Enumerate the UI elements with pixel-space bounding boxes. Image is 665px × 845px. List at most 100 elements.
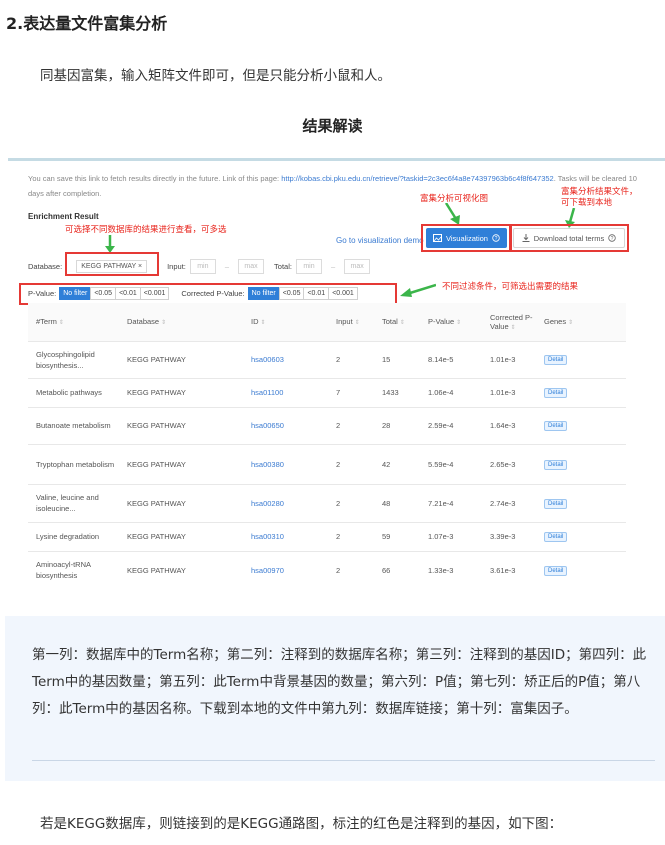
table-row: Metabolic pathways KEGG PATHWAY hsa01100… bbox=[28, 378, 626, 408]
total-cell: 48 bbox=[374, 484, 420, 523]
total-max-field[interactable]: max bbox=[344, 259, 371, 274]
detail-button[interactable]: Detail bbox=[544, 532, 568, 542]
kobas-screenshot: You can save this link to fetch results … bbox=[8, 158, 665, 588]
result-title: 结果解读 bbox=[302, 117, 363, 135]
column-header-database[interactable]: Database ⇕ bbox=[119, 303, 243, 342]
intro-paragraph: 同基因富集，输入矩阵文件即可，但是只能分析小鼠和人。 bbox=[40, 68, 391, 84]
total-cell: 15 bbox=[374, 341, 420, 379]
input-cell: 2 bbox=[328, 484, 374, 523]
input-cell: 2 bbox=[328, 551, 374, 588]
column-header-pvalue[interactable]: P-Value ⇕ bbox=[420, 303, 482, 342]
database-cell: KEGG PATHWAY bbox=[119, 407, 243, 445]
total-label: Total: bbox=[274, 262, 292, 271]
table-row: Butanoate metabolism KEGG PATHWAY hsa006… bbox=[28, 407, 626, 445]
column-header-id[interactable]: ID ⇕ bbox=[243, 303, 328, 342]
id-link[interactable]: hsa00603 bbox=[243, 341, 328, 379]
column-header-corrected-pvalue[interactable]: Corrected P-Value ⇕ bbox=[482, 303, 536, 342]
explanation-box: 第一列：数据库中的Term名称；第二列：注释到的数据库名称；第三列：注释到的基因… bbox=[5, 616, 665, 781]
term-cell: Tryptophan metabolism bbox=[28, 444, 119, 485]
database-cell: KEGG PATHWAY bbox=[119, 551, 243, 588]
total-min-field[interactable]: min bbox=[295, 259, 322, 274]
input-max-field[interactable]: max bbox=[238, 259, 265, 274]
database-cell: KEGG PATHWAY bbox=[119, 341, 243, 379]
column-header-term[interactable]: #Term ⇕ bbox=[28, 303, 119, 342]
column-header-genes[interactable]: Genes ⇕ bbox=[536, 303, 626, 342]
sort-icon[interactable]: ⇕ bbox=[355, 320, 360, 326]
corrected-pvalue-cell: 2.74e-3 bbox=[482, 484, 536, 523]
id-link[interactable]: hsa00280 bbox=[243, 484, 328, 523]
enrichment-table: #Term ⇕ Database ⇕ ID ⇕ Input ⇕ Total ⇕ P-Val… bbox=[28, 303, 626, 588]
column-header-input[interactable]: Input ⇕ bbox=[328, 303, 374, 342]
table-row: Lysine degradation KEGG PATHWAY hsa00310… bbox=[28, 522, 626, 552]
input-cell: 2 bbox=[328, 522, 374, 552]
visualization-demo-link[interactable]: Go to visualization demo bbox=[336, 236, 424, 245]
pvalue-cell: 1.33e-3 bbox=[420, 551, 482, 588]
total-cell: 28 bbox=[374, 407, 420, 445]
section-heading: 2.表达量文件富集分析 bbox=[6, 14, 168, 33]
down-arrow-icon bbox=[105, 235, 115, 253]
corrected-pvalue-cell: 1.01e-3 bbox=[482, 378, 536, 408]
sort-icon[interactable]: ⇕ bbox=[456, 320, 461, 326]
table-row: Glycosphingolipid biosynthesis... KEGG P… bbox=[28, 341, 626, 379]
sort-icon[interactable]: ⇕ bbox=[400, 320, 405, 326]
database-cell: KEGG PATHWAY bbox=[119, 378, 243, 408]
pvalue-cell: 1.07e-3 bbox=[420, 522, 482, 552]
database-cell: KEGG PATHWAY bbox=[119, 484, 243, 523]
sort-icon[interactable]: ⇕ bbox=[59, 320, 64, 326]
pvalue-cell: 1.06e-4 bbox=[420, 378, 482, 408]
range-dash: – bbox=[330, 262, 336, 271]
total-cell: 66 bbox=[374, 551, 420, 588]
corrected-pvalue-cell: 2.65e-3 bbox=[482, 444, 536, 485]
id-link[interactable]: hsa00650 bbox=[243, 407, 328, 445]
corrected-pvalue-cell: 1.64e-3 bbox=[482, 407, 536, 445]
id-link[interactable]: hsa00970 bbox=[243, 551, 328, 588]
sort-icon[interactable]: ⇕ bbox=[161, 320, 166, 326]
database-label: Database: bbox=[28, 262, 63, 271]
input-cell: 2 bbox=[328, 341, 374, 379]
database-highlight-box bbox=[65, 252, 159, 276]
table-row: Aminoacyl-tRNA biosynthesis KEGG PATHWAY… bbox=[28, 551, 626, 588]
term-cell: Butanoate metabolism bbox=[28, 407, 119, 445]
term-cell: Valine, leucine and isoleucine... bbox=[28, 484, 119, 523]
corrected-pvalue-cell: 3.61e-3 bbox=[482, 551, 536, 588]
detail-button[interactable]: Detail bbox=[544, 388, 568, 398]
divider bbox=[32, 760, 655, 761]
id-link[interactable]: hsa00310 bbox=[243, 522, 328, 552]
range-dash: – bbox=[224, 262, 230, 271]
filter-annotation: 不同过滤条件，可筛选出需要的结果 bbox=[442, 282, 579, 292]
term-cell: Metabolic pathways bbox=[28, 378, 119, 408]
id-link[interactable]: hsa00380 bbox=[243, 444, 328, 485]
term-cell: Glycosphingolipid biosynthesis... bbox=[28, 341, 119, 379]
input-label: Input: bbox=[167, 262, 186, 271]
retrieve-link[interactable]: http://kobas.cbi.pku.edu.cn/retrieve/?ta… bbox=[281, 174, 554, 183]
left-arrow-icon bbox=[400, 283, 436, 297]
detail-button[interactable]: Detail bbox=[544, 565, 568, 576]
detail-button[interactable]: Detail bbox=[544, 459, 568, 470]
sort-icon[interactable]: ⇕ bbox=[511, 325, 516, 331]
input-cell: 7 bbox=[328, 378, 374, 408]
detail-button[interactable]: Detail bbox=[544, 498, 568, 509]
viz-highlight-box bbox=[421, 224, 511, 252]
sort-icon[interactable]: ⇕ bbox=[261, 320, 266, 326]
input-min-field[interactable]: min bbox=[189, 259, 216, 274]
input-cell: 2 bbox=[328, 444, 374, 485]
term-cell: Lysine degradation bbox=[28, 522, 119, 552]
column-header-total[interactable]: Total ⇕ bbox=[374, 303, 420, 342]
table-row: Tryptophan metabolism KEGG PATHWAY hsa00… bbox=[28, 444, 626, 485]
sort-icon[interactable]: ⇕ bbox=[568, 320, 573, 326]
detail-button[interactable]: Detail bbox=[544, 355, 568, 365]
note-text: You can save this link to fetch results … bbox=[28, 174, 280, 183]
pvalue-cell: 5.59e-4 bbox=[420, 444, 482, 485]
id-link[interactable]: hsa01100 bbox=[243, 378, 328, 408]
database-cell: KEGG PATHWAY bbox=[119, 444, 243, 485]
table-row: Valine, leucine and isoleucine... KEGG P… bbox=[28, 484, 626, 523]
total-cell: 42 bbox=[374, 444, 420, 485]
pvalue-cell: 2.59e-4 bbox=[420, 407, 482, 445]
enrichment-result-label: Enrichment Result bbox=[28, 212, 99, 221]
detail-button[interactable]: Detail bbox=[544, 421, 568, 431]
table-header-row: #Term ⇕ Database ⇕ ID ⇕ Input ⇕ Total ⇕ P-Val… bbox=[28, 303, 626, 342]
save-link-note: You can save this link to fetch results … bbox=[28, 171, 653, 201]
outro-paragraph: 若是KEGG数据库，则链接到的是KEGG通路图，标注的红色是注释到的基因，如下图… bbox=[40, 816, 563, 832]
down-arrow-icon bbox=[444, 203, 460, 225]
total-cell: 1433 bbox=[374, 378, 420, 408]
